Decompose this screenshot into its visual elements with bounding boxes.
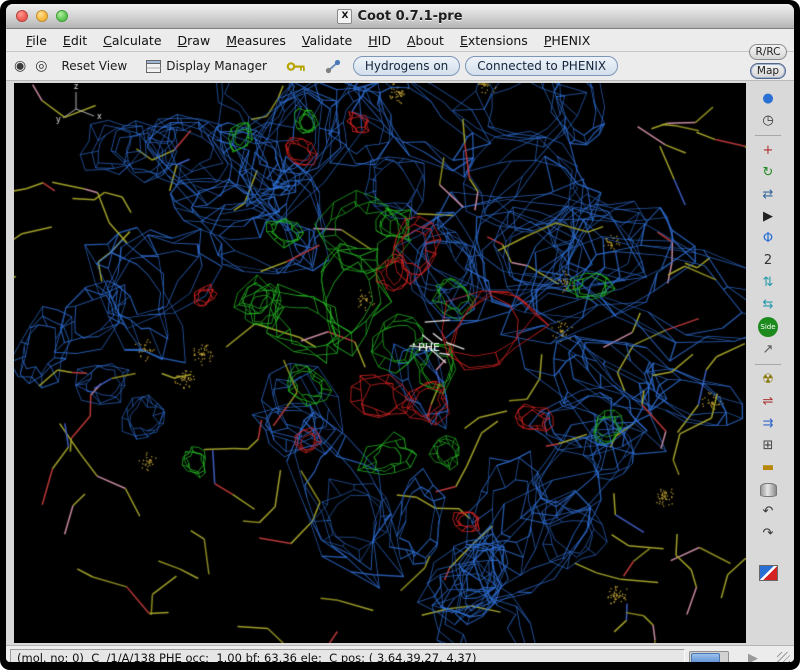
- regularize-icon[interactable]: ⇄: [756, 184, 780, 205]
- resize-grip[interactable]: [777, 652, 790, 663]
- reset-view-label: Reset View: [61, 59, 127, 73]
- fixed-atoms-icon[interactable]: ▶: [756, 206, 780, 227]
- close-button[interactable]: [16, 10, 28, 22]
- window-title: Coot 0.7.1-pre: [357, 9, 462, 24]
- delete-item-icon-shape: [760, 483, 777, 497]
- play-icon[interactable]: ▶: [733, 651, 773, 663]
- hydrogens-toggle[interactable]: Hydrogens on: [353, 56, 460, 76]
- redo-icon[interactable]: ↷: [756, 523, 780, 544]
- molecular-viewport[interactable]: [14, 83, 746, 643]
- hydrogens-label: Hydrogens on: [365, 59, 448, 73]
- model-refine-toolstrip: ●◷ +↻⇄▶Φ2⇅⇆Side↗ ☢⇌⇉⊞▬ ↶↷: [755, 88, 781, 583]
- x11-app-icon: X: [337, 9, 352, 24]
- delete-item-icon[interactable]: [756, 479, 780, 500]
- add-alt-conf-icon[interactable]: ⇉: [756, 413, 780, 434]
- phenix-status-button[interactable]: Connected to PHENIX: [465, 56, 618, 76]
- titlebar[interactable]: X Coot 0.7.1-pre: [6, 4, 794, 29]
- real-space-refine-icon[interactable]: ↻: [756, 162, 780, 183]
- menu-measures[interactable]: Measures: [218, 31, 294, 50]
- go-to-atom-button[interactable]: [318, 56, 348, 77]
- side-chain-180-icon[interactable]: Side: [758, 317, 778, 337]
- key-tool-button[interactable]: [279, 58, 313, 75]
- place-atom-icon[interactable]: ⊞: [756, 435, 780, 456]
- coot-window: X Coot 0.7.1-pre File Edit Calculate Dra…: [6, 4, 794, 662]
- mutate-icon[interactable]: ☢: [756, 369, 780, 390]
- display-colors-icon[interactable]: [756, 562, 780, 583]
- rotamers-icon[interactable]: Φ: [756, 228, 780, 249]
- menu-calculate[interactable]: Calculate: [95, 31, 169, 50]
- minimize-button[interactable]: [36, 10, 48, 22]
- zoom-button[interactable]: [56, 10, 68, 22]
- phenix-status-label: Connected to PHENIX: [477, 59, 606, 73]
- toolstrip-separator: [755, 135, 781, 136]
- display-manager-icon: [146, 60, 161, 73]
- sphere-refine-icon[interactable]: ●: [756, 88, 780, 109]
- add-terminal-residue-icon[interactable]: ⇌: [756, 391, 780, 412]
- auto-fit-rotamer-icon[interactable]: ⇆: [756, 294, 780, 315]
- right-toolbar: R/RC Map ●◷ +↻⇄▶Φ2⇅⇆Side↗ ☢⇌⇉⊞▬ ↶↷: [745, 44, 791, 632]
- menu-draw[interactable]: Draw: [170, 31, 219, 50]
- menu-phenix[interactable]: PHENIX: [536, 31, 598, 50]
- menu-validate[interactable]: Validate: [294, 31, 360, 50]
- toolbar: ◉ ◎ Reset View Display Manager: [6, 52, 794, 81]
- window-controls: [16, 4, 68, 28]
- flip-180-icon[interactable]: 2: [756, 250, 780, 271]
- mini-scrollbar[interactable]: [689, 651, 729, 663]
- menu-hid[interactable]: HID: [360, 31, 399, 50]
- recenter-view-icon[interactable]: ◎: [33, 58, 49, 74]
- menu-about[interactable]: About: [399, 31, 452, 50]
- mini-scrollbar-thumb[interactable]: [691, 653, 720, 663]
- status-text: (mol. no: 0) C /1/A/138 PHE occ: 1.00 bf…: [10, 649, 685, 662]
- key-icon: [286, 61, 306, 72]
- display-manager-button[interactable]: Display Manager: [139, 56, 274, 76]
- display-colors-icon-shape: [759, 565, 778, 581]
- statusbar: (mol. no: 0) C /1/A/138 PHE occ: 1.00 bf…: [6, 645, 794, 662]
- rotate-translate-icon[interactable]: ⇅: [756, 272, 780, 293]
- clock-icon[interactable]: ◷: [756, 110, 780, 131]
- rrc-button[interactable]: R/RC: [749, 44, 788, 60]
- map-button[interactable]: Map: [750, 63, 786, 79]
- go-to-atom-icon: [325, 59, 341, 74]
- viewport-area: [6, 81, 794, 645]
- title-area: X Coot 0.7.1-pre: [337, 9, 462, 24]
- screenshot-frame: X Coot 0.7.1-pre File Edit Calculate Dra…: [0, 0, 800, 670]
- menu-extensions[interactable]: Extensions: [452, 31, 536, 50]
- menu-file[interactable]: File: [18, 31, 55, 50]
- find-waters-icon[interactable]: ▬: [756, 457, 780, 478]
- translate-view-icon[interactable]: +: [756, 140, 780, 161]
- menu-edit[interactable]: Edit: [55, 31, 95, 50]
- display-manager-label: Display Manager: [166, 59, 267, 73]
- reset-view-button[interactable]: Reset View: [54, 56, 134, 76]
- undo-icon[interactable]: ↶: [756, 501, 780, 522]
- menubar: File Edit Calculate Draw Measures Valida…: [6, 29, 794, 52]
- toolstrip-separator: [755, 364, 781, 365]
- edit-chi-angles-icon[interactable]: ↗: [756, 339, 780, 360]
- rotate-view-icon[interactable]: ◉: [12, 58, 28, 74]
